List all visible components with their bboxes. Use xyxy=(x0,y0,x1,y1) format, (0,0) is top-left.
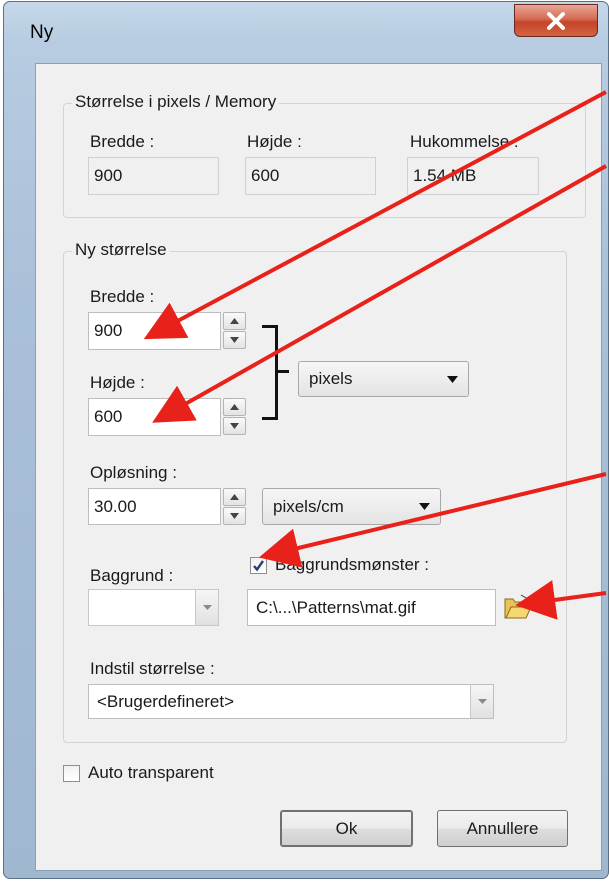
memory-group-legend: Størrelse i pixels / Memory xyxy=(72,92,280,112)
cancel-button[interactable]: Annullere xyxy=(437,810,568,847)
new-height-stepper xyxy=(223,398,246,435)
auto-transparent-checkbox[interactable] xyxy=(63,765,80,782)
new-height-label: Højde : xyxy=(90,373,145,392)
chevron-down-icon xyxy=(202,605,212,610)
background-color-swatch xyxy=(89,590,195,625)
ok-button[interactable]: Ok xyxy=(280,810,413,847)
new-size-group-legend: Ny størrelse xyxy=(72,240,170,260)
resolution-unit-value: pixels/cm xyxy=(273,496,344,516)
new-width-stepper xyxy=(223,312,246,349)
resolution-up-button[interactable] xyxy=(223,488,246,506)
background-label: Baggrund : xyxy=(90,566,174,585)
new-height-down-button[interactable] xyxy=(223,417,246,435)
resolution-input[interactable]: 30.00 xyxy=(88,488,221,525)
spin-up-icon xyxy=(230,404,239,410)
background-color-picker[interactable] xyxy=(88,589,219,626)
spin-down-icon xyxy=(230,337,239,343)
background-pattern-path-input[interactable]: C:\...\Patterns\mat.gif xyxy=(247,589,496,626)
background-color-dropdown-button[interactable] xyxy=(195,590,218,625)
window-title: Ny xyxy=(30,22,54,43)
checkmark-icon xyxy=(253,560,264,572)
background-pattern-label: Baggrundsmønster : xyxy=(275,555,430,574)
new-height-up-button[interactable] xyxy=(223,398,246,416)
folder-open-icon xyxy=(504,594,532,619)
resolution-unit-dropdown[interactable]: pixels/cm xyxy=(262,488,441,525)
background-pattern-path: C:\...\Patterns\mat.gif xyxy=(256,597,416,617)
size-unit-value: pixels xyxy=(309,369,353,388)
aspect-link-bracket xyxy=(262,325,278,420)
current-width-field: 900 xyxy=(88,157,219,195)
preset-size-dropdown[interactable]: <Brugerdefineret> xyxy=(88,684,494,719)
new-width-label: Bredde : xyxy=(90,287,155,306)
resolution-value: 30.00 xyxy=(94,496,137,516)
close-button[interactable] xyxy=(514,4,598,37)
memory-field: 1.54 MB xyxy=(407,157,539,195)
size-unit-dropdown[interactable]: pixels xyxy=(298,361,469,397)
preset-size-label: Indstil størrelse : xyxy=(90,659,215,678)
spin-down-icon xyxy=(230,423,239,429)
spin-up-icon xyxy=(230,494,239,500)
background-pattern-checkbox[interactable] xyxy=(250,557,267,574)
current-height-label: Højde : xyxy=(247,132,302,151)
preset-size-value: <Brugerdefineret> xyxy=(97,691,235,711)
new-height-value: 600 xyxy=(94,407,123,426)
new-width-input[interactable]: 900 xyxy=(88,312,221,350)
aspect-link-bracket-tick xyxy=(277,370,289,373)
memory-value: 1.54 MB xyxy=(413,166,477,185)
current-height-value: 600 xyxy=(251,166,280,185)
close-icon xyxy=(547,11,565,30)
current-height-field: 600 xyxy=(245,157,376,195)
spin-down-icon xyxy=(230,513,239,519)
resolution-label: Opløsning : xyxy=(90,463,177,482)
resolution-down-button[interactable] xyxy=(223,507,246,525)
memory-label: Hukommelse : xyxy=(410,132,519,151)
new-width-value: 900 xyxy=(94,321,123,340)
auto-transparent-label: Auto transparent xyxy=(88,763,214,782)
new-width-up-button[interactable] xyxy=(223,312,246,330)
spin-up-icon xyxy=(230,318,239,324)
chevron-down-icon xyxy=(419,503,430,510)
chevron-down-icon xyxy=(447,375,458,383)
resolution-stepper xyxy=(223,488,246,525)
current-width-label: Bredde : xyxy=(90,132,155,151)
chevron-down-icon xyxy=(477,699,487,704)
current-width-value: 900 xyxy=(94,166,123,185)
new-width-down-button[interactable] xyxy=(223,331,246,349)
browse-pattern-button[interactable] xyxy=(503,593,533,621)
preset-size-dropdown-button[interactable] xyxy=(470,685,493,718)
new-height-input[interactable]: 600 xyxy=(88,398,221,436)
